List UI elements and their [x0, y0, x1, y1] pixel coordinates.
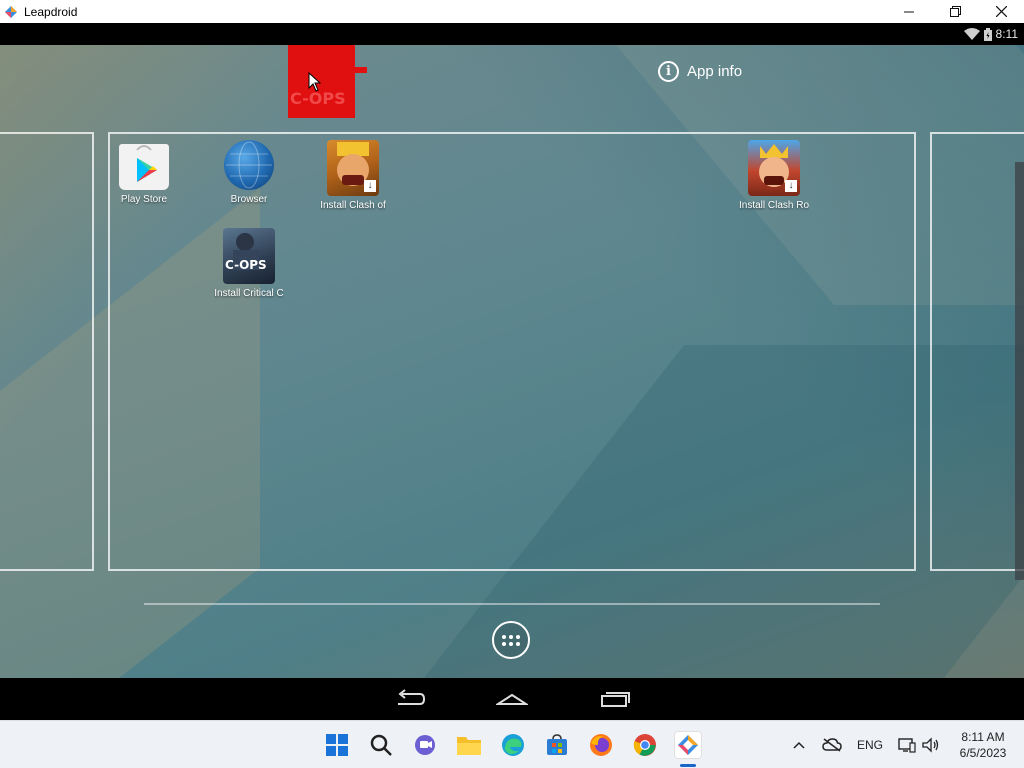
show-hidden-icons-button[interactable] [792, 721, 806, 768]
app-label: Play Store [120, 194, 168, 205]
home-page-left[interactable] [0, 132, 94, 571]
language-indicator[interactable]: ENG [857, 721, 883, 768]
battery-icon [983, 27, 992, 41]
recent-apps-icon [601, 692, 630, 707]
chat-button[interactable] [411, 731, 439, 759]
chrome-icon [633, 734, 656, 756]
android-nav-bar [0, 678, 1024, 720]
volume-button[interactable] [922, 721, 940, 768]
back-icon [398, 689, 426, 705]
chrome-button[interactable] [631, 731, 659, 759]
window-title: Leapdroid [24, 4, 78, 19]
clash-royale-icon: ↓ [748, 140, 800, 196]
edge-browser-icon [502, 734, 524, 756]
android-home-screen[interactable]: i App info C-OPS Play Store Browser ↓ In… [0, 45, 1024, 678]
page-scroll-indicator [1015, 162, 1024, 580]
clock-time: 8:11 AM [961, 730, 1005, 744]
cloud-offline-icon [822, 738, 842, 752]
windows-start-icon [326, 734, 348, 756]
app-label: Install Critical C [214, 288, 284, 299]
status-time: 8:11 [995, 27, 1018, 41]
window-titlebar: Leapdroid [0, 0, 1024, 23]
edge-button[interactable] [499, 731, 527, 759]
search-button[interactable] [367, 731, 395, 759]
app-install-clash-of-clans[interactable]: ↓ Install Clash of [317, 140, 389, 211]
restore-icon [949, 6, 961, 17]
search-icon [370, 734, 392, 756]
home-page-right[interactable] [930, 132, 1024, 571]
app-label: Install Clash Ro [739, 200, 809, 211]
clock-date: 6/5/2023 [959, 746, 1007, 760]
app-browser[interactable]: Browser [213, 140, 285, 205]
teams-chat-icon [415, 735, 435, 755]
app-info-drop-target[interactable]: i App info [658, 61, 742, 82]
network-button[interactable] [898, 721, 916, 768]
critical-ops-icon-text: C-OPS [225, 258, 267, 272]
recent-apps-button[interactable] [600, 688, 632, 710]
restore-button[interactable] [932, 0, 978, 23]
app-install-clash-royale[interactable]: ↓ Install Clash Ro [738, 140, 810, 211]
app-install-critical-ops[interactable]: C-OPS Install Critical C [213, 228, 285, 299]
app-label: Install Clash of [320, 200, 386, 211]
microsoft-store-icon [547, 734, 567, 755]
download-icon: ↓ [364, 180, 376, 192]
play-store-icon [119, 144, 169, 190]
file-explorer-icon [457, 737, 481, 755]
hotseat-divider [144, 603, 880, 605]
app-label: Browser [230, 194, 268, 205]
store-button[interactable] [543, 731, 571, 759]
window-controls [886, 0, 1024, 23]
app-play-store[interactable]: Play Store [108, 140, 180, 205]
drag-shadow [355, 67, 367, 73]
back-button[interactable] [394, 688, 426, 710]
app-info-label: App info [687, 63, 743, 80]
leapdroid-icon [678, 735, 698, 755]
download-icon: ↓ [785, 180, 797, 192]
chevron-up-icon [793, 741, 805, 749]
firefox-button[interactable] [587, 731, 615, 759]
browser-globe-icon [224, 140, 274, 190]
start-button[interactable] [323, 731, 351, 759]
file-explorer-button[interactable] [455, 731, 483, 759]
wifi-icon [963, 28, 980, 40]
taskbar-clock[interactable]: 8:11 AM 6/5/2023 [948, 729, 1018, 761]
home-button[interactable] [494, 688, 530, 710]
network-icon [898, 738, 916, 753]
android-status-bar: 8:11 [0, 23, 1024, 45]
close-icon [995, 6, 1007, 17]
volume-icon [922, 737, 939, 753]
clash-of-clans-icon: ↓ [327, 140, 379, 196]
leapdroid-taskbar-button[interactable] [674, 731, 702, 759]
windows-taskbar: ENG 8:11 AM 6/5/2023 [0, 720, 1024, 768]
minimize-button[interactable] [886, 0, 932, 23]
minimize-icon [904, 11, 914, 12]
firefox-icon [590, 734, 612, 756]
onedrive-button[interactable] [822, 721, 842, 768]
critical-ops-icon: C-OPS [223, 228, 275, 284]
info-icon: i [658, 61, 679, 82]
language-label: ENG [857, 738, 884, 752]
mouse-cursor-icon [308, 72, 322, 92]
active-app-indicator [680, 764, 696, 767]
home-icon [494, 693, 530, 705]
close-button[interactable] [978, 0, 1024, 23]
leapdroid-logo-icon [4, 5, 18, 19]
app-drawer-button[interactable] [492, 621, 530, 659]
